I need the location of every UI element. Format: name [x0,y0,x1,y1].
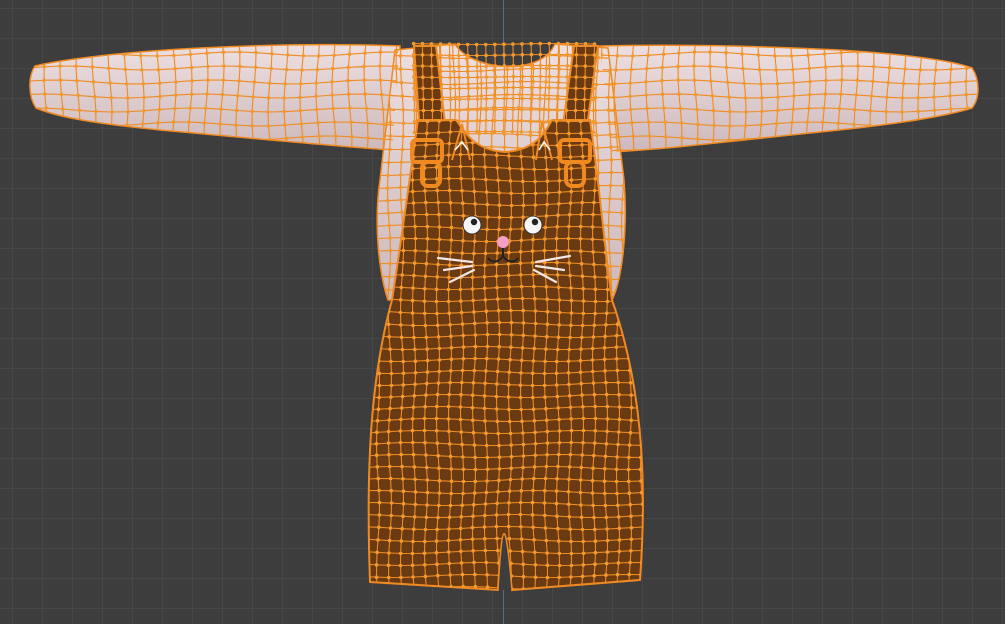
mesh-object[interactable] [0,0,1005,624]
3d-viewport[interactable] [0,0,1005,624]
